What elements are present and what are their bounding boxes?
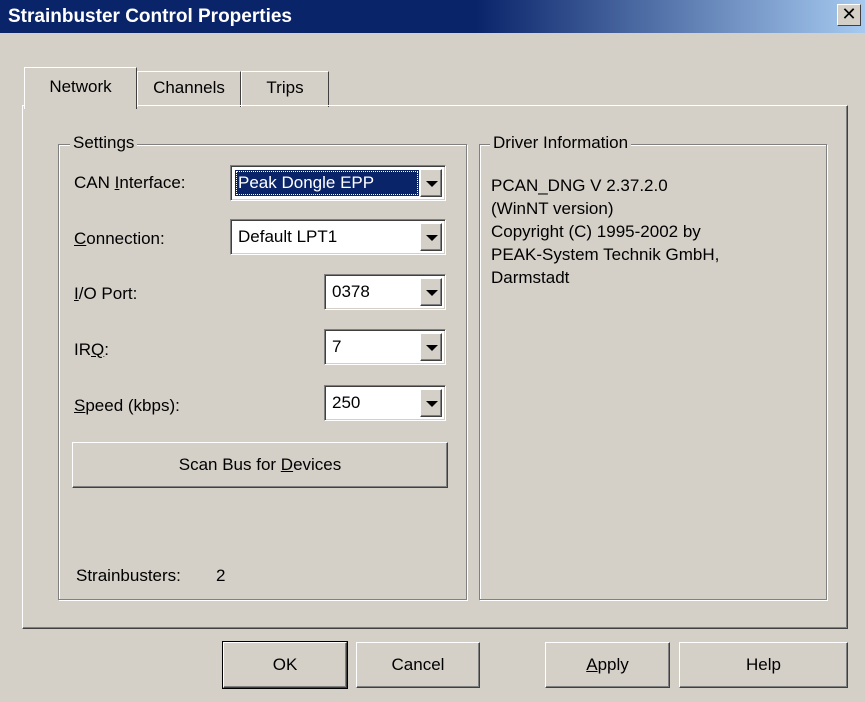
chevron-down-icon — [426, 401, 438, 407]
tab-network[interactable]: Network — [24, 67, 137, 109]
strainbusters-label: Strainbusters: — [76, 566, 181, 585]
strainbusters-count: 2 — [216, 566, 226, 585]
tab-trips[interactable]: Trips — [241, 71, 329, 107]
irq-select[interactable]: 7 — [324, 329, 446, 365]
apply-button[interactable]: Apply — [545, 642, 670, 688]
close-icon: ✕ — [841, 4, 857, 24]
dropdown-arrow-button[interactable] — [420, 169, 442, 197]
settings-group — [58, 144, 467, 600]
connection-select[interactable]: Default LPT1 — [230, 219, 446, 255]
scan-bus-button[interactable]: Scan Bus for Devices — [72, 442, 448, 488]
ok-button[interactable]: OK — [222, 641, 348, 689]
cancel-button[interactable]: Cancel — [356, 642, 480, 688]
driver-info-line: PEAK-System Technik GmbH, — [491, 245, 720, 264]
connection-label: Connection: — [74, 229, 165, 248]
driver-info-line: Darmstadt — [491, 268, 570, 287]
cancel-label: Cancel — [391, 655, 445, 674]
irq-label: IRQ: — [74, 340, 109, 359]
can-interface-value: Peak Dongle EPP — [235, 170, 419, 196]
driver-info-line: (WinNT version) — [491, 199, 614, 218]
scan-bus-label: Scan Bus for Devices — [178, 455, 342, 474]
io-port-value: 0378 — [332, 282, 370, 301]
title-bar: Strainbuster Control Properties — [0, 0, 865, 33]
dropdown-arrow-button[interactable] — [420, 278, 442, 306]
dropdown-arrow-button[interactable] — [420, 389, 442, 417]
close-button[interactable]: ✕ — [837, 4, 861, 26]
tab-network-label: Network — [49, 77, 112, 96]
io-port-label: I/O Port: — [74, 284, 138, 303]
connection-value: Default LPT1 — [238, 227, 338, 246]
dropdown-arrow-button[interactable] — [420, 223, 442, 251]
driver-info-legend: Driver Information — [490, 133, 632, 153]
tab-trips-label: Trips — [266, 78, 304, 97]
apply-label: Apply — [586, 655, 629, 674]
window-title: Strainbuster Control Properties — [8, 6, 292, 27]
chevron-down-icon — [426, 290, 438, 296]
speed-value: 250 — [332, 393, 361, 412]
chevron-down-icon — [426, 345, 438, 351]
help-label: Help — [746, 655, 781, 674]
can-interface-label: CAN Interface: — [74, 173, 186, 192]
tab-channels[interactable]: Channels — [137, 71, 241, 107]
chevron-down-icon — [426, 235, 438, 241]
speed-select[interactable]: 250 — [324, 385, 446, 421]
driver-info-text: PCAN_DNG V 2.37.2.0 (WinNT version) Copy… — [491, 174, 719, 289]
tab-channels-label: Channels — [153, 78, 225, 97]
dropdown-arrow-button[interactable] — [420, 333, 442, 361]
help-button[interactable]: Help — [679, 642, 848, 688]
irq-value: 7 — [332, 337, 342, 356]
ok-label: OK — [272, 655, 298, 674]
driver-info-line: Copyright (C) 1995-2002 by — [491, 222, 701, 241]
can-interface-select[interactable]: Peak Dongle EPP — [230, 165, 446, 201]
io-port-select[interactable]: 0378 — [324, 274, 446, 310]
settings-legend: Settings — [70, 133, 138, 153]
speed-label: Speed (kbps): — [74, 396, 180, 415]
chevron-down-icon — [426, 181, 438, 187]
driver-info-line: PCAN_DNG V 2.37.2.0 — [491, 176, 668, 195]
